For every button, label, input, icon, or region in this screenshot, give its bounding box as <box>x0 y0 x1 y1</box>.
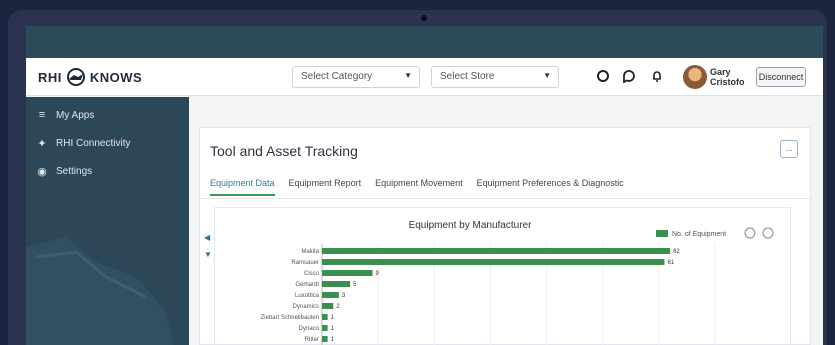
chevron-down-icon[interactable]: ▼ <box>204 250 212 259</box>
category-label: Ritter <box>305 337 319 343</box>
user-name: Gary Cristofo <box>710 67 746 87</box>
category-label: Dynaco <box>299 326 320 332</box>
camera-dot <box>421 15 427 21</box>
value-label: 62 <box>673 249 680 255</box>
chart-container: Equipment by Manufacturer No. of Equipme… <box>214 207 791 345</box>
app-screen: RHI KNOWS Select Category ▼ Select Store… <box>26 26 823 345</box>
value-label: 1 <box>331 326 335 332</box>
help-icon[interactable] <box>596 69 610 83</box>
tab-bar: Equipment Data Equipment Report Equipmen… <box>210 174 638 198</box>
sidebar-item-label: RHI Connectivity <box>56 137 131 149</box>
card-title: Tool and Asset Tracking <box>210 143 358 159</box>
chevron-down-icon: ▼ <box>543 71 551 80</box>
bar <box>322 281 351 287</box>
app-header: RHI KNOWS Select Category ▼ Select Store… <box>26 58 823 96</box>
bar <box>322 248 671 254</box>
category-label: Dynamics <box>293 304 319 310</box>
bar-chart: Equipment by Manufacturer No. of Equipme… <box>261 220 774 345</box>
chart-title: Equipment by Manufacturer <box>409 220 533 231</box>
zoom-icon <box>744 227 756 239</box>
chevron-down-icon: ▼ <box>404 71 412 80</box>
bar <box>322 314 328 320</box>
category-label: Cisco <box>304 271 320 277</box>
logout-button[interactable]: Disconnect <box>756 67 806 87</box>
card-menu-button[interactable]: ... <box>780 140 798 158</box>
tab-equipment-preferences[interactable]: Equipment Preferences & Diagnostic <box>477 174 624 196</box>
tracking-card: Tool and Asset Tracking ... Equipment Da… <box>199 127 812 345</box>
bar <box>322 303 334 309</box>
sidebar-item-apps[interactable]: ≡ My Apps <box>26 101 189 129</box>
chart-legend: No. of Equipment <box>656 227 774 239</box>
bar <box>322 259 665 265</box>
value-label: 1 <box>331 315 335 321</box>
settings-icon: ◉ <box>37 165 47 178</box>
value-label: 1 <box>331 337 335 343</box>
value-label: 3 <box>342 293 346 299</box>
app-logo[interactable]: RHI KNOWS <box>38 68 142 86</box>
rhino-watermark-icon <box>26 237 174 345</box>
chart-bars <box>322 248 671 342</box>
arrow-left-icon[interactable]: ◀ <box>204 233 210 242</box>
value-label: 5 <box>353 282 357 288</box>
logo-text-left: RHI <box>38 69 62 85</box>
bar <box>322 325 328 331</box>
tab-equipment-movement[interactable]: Equipment Movement <box>375 174 463 196</box>
sidebar-item-label: Settings <box>56 165 93 177</box>
value-label: 9 <box>376 271 380 277</box>
tab-equipment-data[interactable]: Equipment Data <box>210 174 275 196</box>
tab-divider <box>200 198 812 199</box>
user-name-first: Gary <box>710 67 731 77</box>
main-content: Tool and Asset Tracking ... Equipment Da… <box>189 97 823 345</box>
list-icon: ≡ <box>38 109 46 121</box>
chat-icon[interactable] <box>622 69 636 84</box>
rhino-logo-icon <box>65 68 87 86</box>
value-label: 61 <box>667 260 674 266</box>
user-avatar[interactable] <box>683 65 707 89</box>
tab-equipment-report[interactable]: Equipment Report <box>289 174 362 196</box>
store-select-value: Select Store <box>440 71 495 82</box>
menu-icon <box>762 227 774 239</box>
category-select-value: Select Category <box>301 71 373 82</box>
bell-icon[interactable] <box>650 69 664 83</box>
sidebar-item-settings[interactable]: ◉ Settings <box>26 157 189 185</box>
category-label: Ziebart Schnellbauten <box>261 315 319 321</box>
bar <box>322 270 373 276</box>
store-select[interactable]: Select Store ▼ <box>431 66 559 88</box>
sidebar: ≡ My Apps ✦ RHI Connectivity ◉ Settings <box>26 97 189 345</box>
legend-label: No. of Equipment <box>672 231 726 238</box>
bar <box>322 336 328 342</box>
network-icon: ✦ <box>37 137 47 150</box>
sidebar-item-label: My Apps <box>56 109 95 121</box>
logo-text-right: KNOWS <box>89 69 143 85</box>
top-band <box>26 26 823 58</box>
category-label: Ramsauer <box>291 260 319 266</box>
value-label: 2 <box>336 304 340 310</box>
sidebar-item-connectivity[interactable]: ✦ RHI Connectivity <box>26 129 189 157</box>
bar <box>322 292 339 298</box>
category-label: Gerhardt <box>295 282 319 288</box>
legend-swatch <box>656 230 668 237</box>
user-name-last: Cristofo <box>710 77 745 87</box>
category-select[interactable]: Select Category ▼ <box>292 66 420 88</box>
category-label: Makita <box>301 249 319 255</box>
category-label: Luxottica <box>295 293 320 299</box>
